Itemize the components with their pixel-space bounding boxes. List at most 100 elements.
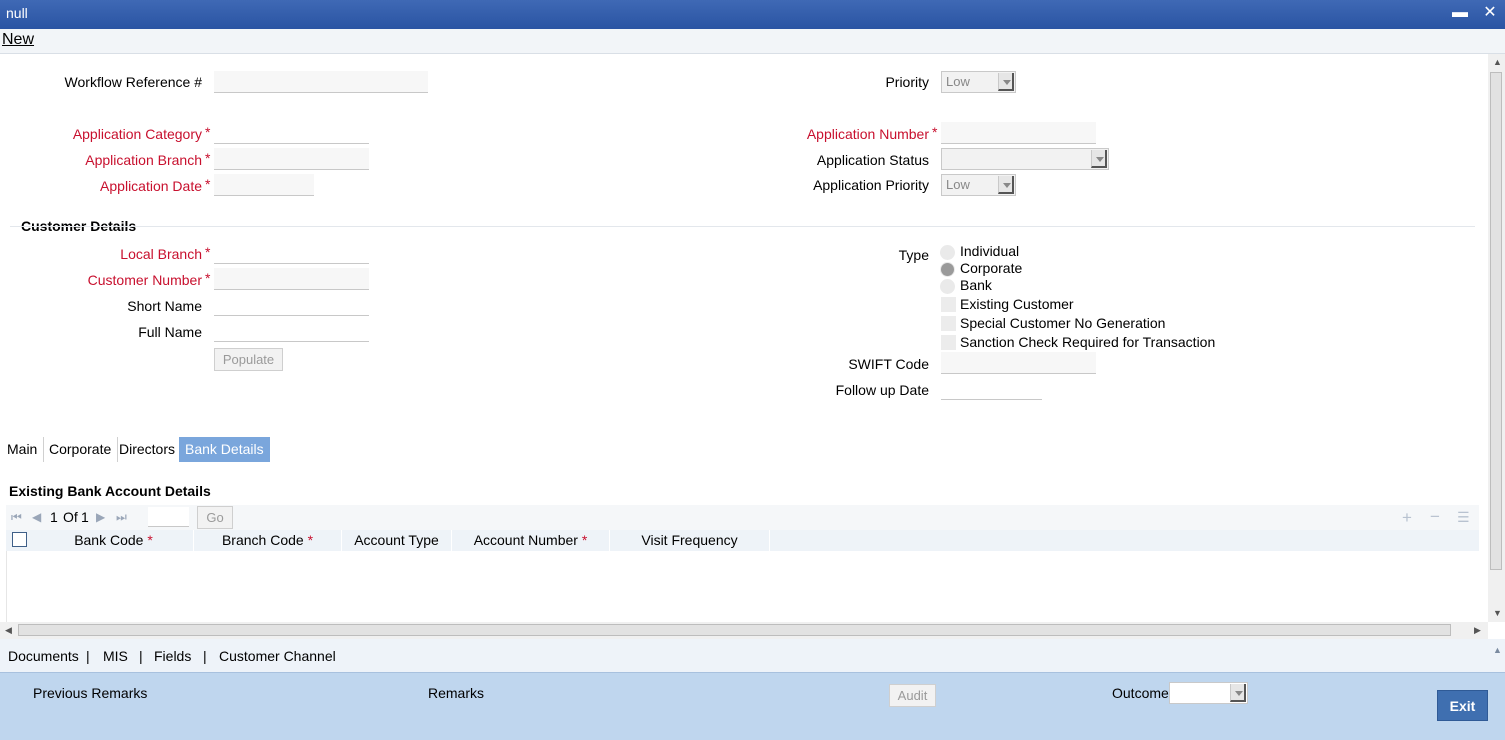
application-status-select[interactable] bbox=[941, 148, 1109, 170]
existing-bank-account-title: Existing Bank Account Details bbox=[9, 483, 211, 499]
type-individual-label: Individual bbox=[960, 243, 1020, 259]
documents-link[interactable]: Documents bbox=[8, 648, 79, 664]
column-account-type[interactable]: Account Type bbox=[342, 530, 452, 551]
column-bank-code[interactable]: Bank Code * bbox=[34, 530, 194, 551]
customer-number-input[interactable] bbox=[214, 268, 369, 290]
application-priority-select[interactable]: Low bbox=[941, 174, 1016, 196]
horizontal-scrollbar[interactable]: ◀ ▶ bbox=[0, 622, 1488, 639]
populate-button[interactable]: Populate bbox=[214, 348, 283, 371]
tab-main[interactable]: Main bbox=[1, 437, 45, 462]
application-priority-value: Low bbox=[946, 177, 970, 192]
first-page-icon[interactable]: ⏮ bbox=[11, 510, 22, 525]
application-number-input[interactable] bbox=[941, 122, 1096, 144]
priority-select[interactable]: Low bbox=[941, 71, 1016, 93]
special-customer-no-label: Special Customer No Generation bbox=[960, 315, 1166, 331]
new-menu-link[interactable]: New bbox=[2, 31, 34, 49]
outcome-select[interactable] bbox=[1169, 682, 1248, 704]
column-account-number[interactable]: Account Number * bbox=[452, 530, 610, 551]
add-row-icon[interactable]: + bbox=[1402, 508, 1412, 528]
page-total: 1 bbox=[81, 509, 89, 525]
type-individual-radio[interactable] bbox=[940, 245, 955, 260]
chevron-down-icon bbox=[1091, 150, 1107, 168]
single-view-icon[interactable]: ☰ bbox=[1457, 509, 1470, 526]
horizontal-scroll-thumb[interactable] bbox=[18, 624, 1451, 636]
type-bank-label: Bank bbox=[960, 277, 992, 293]
swift-code-input[interactable] bbox=[941, 352, 1096, 374]
grid-header: Bank Code * Branch Code * Account Type A… bbox=[6, 530, 1479, 551]
menu-bar: New bbox=[0, 29, 1505, 54]
window-title: null bbox=[6, 5, 28, 21]
audit-button[interactable]: Audit bbox=[889, 684, 936, 707]
short-name-input[interactable] bbox=[214, 294, 369, 316]
footer-separator: | bbox=[203, 648, 207, 664]
footer-separator: | bbox=[139, 648, 143, 664]
application-category-input[interactable] bbox=[214, 122, 369, 144]
local-branch-input[interactable] bbox=[214, 242, 369, 264]
customer-number-label: Customer Number bbox=[87, 272, 202, 288]
application-category-label: Application Category bbox=[72, 126, 202, 142]
short-name-label: Short Name bbox=[127, 298, 202, 314]
tab-corporate[interactable]: Corporate bbox=[43, 437, 119, 462]
local-branch-label: Local Branch bbox=[120, 246, 202, 262]
type-label: Type bbox=[898, 247, 929, 263]
required-mark: * bbox=[205, 176, 211, 192]
special-customer-no-checkbox[interactable] bbox=[941, 316, 956, 331]
footer-separator: | bbox=[86, 648, 90, 664]
full-name-input[interactable] bbox=[214, 320, 369, 342]
chevron-down-icon bbox=[998, 73, 1014, 91]
chevron-down-icon bbox=[998, 176, 1014, 194]
page-number-input[interactable] bbox=[148, 507, 189, 527]
fields-link[interactable]: Fields bbox=[154, 648, 191, 664]
close-icon[interactable]: ✕ bbox=[1480, 3, 1500, 23]
go-button[interactable]: Go bbox=[197, 506, 233, 529]
workflow-reference-input[interactable] bbox=[214, 71, 428, 93]
previous-remarks-label[interactable]: Previous Remarks bbox=[33, 685, 147, 701]
section-divider bbox=[10, 226, 1475, 227]
required-mark: * bbox=[205, 124, 211, 140]
customer-channel-link[interactable]: Customer Channel bbox=[219, 648, 336, 664]
select-all-checkbox[interactable] bbox=[12, 532, 27, 547]
exit-button[interactable]: Exit bbox=[1437, 690, 1488, 721]
scroll-up-icon[interactable]: ▲ bbox=[1493, 57, 1502, 67]
application-status-label: Application Status bbox=[816, 152, 929, 168]
last-page-icon[interactable]: ⏭ bbox=[116, 510, 127, 525]
type-corporate-label: Corporate bbox=[960, 260, 1023, 276]
sanction-check-label: Sanction Check Required for Transaction bbox=[960, 334, 1216, 350]
vertical-scroll-thumb[interactable] bbox=[1490, 72, 1502, 570]
scroll-down-icon[interactable]: ▼ bbox=[1493, 608, 1502, 618]
grid-body bbox=[6, 551, 1479, 622]
remarks-label[interactable]: Remarks bbox=[428, 685, 484, 701]
scroll-right-icon[interactable]: ▶ bbox=[1474, 625, 1481, 636]
required-mark: * bbox=[932, 124, 938, 140]
application-branch-input[interactable] bbox=[214, 148, 369, 170]
next-page-icon[interactable]: ▶ bbox=[96, 510, 105, 524]
follow-up-date-label: Follow up Date bbox=[835, 382, 929, 398]
scroll-left-icon[interactable]: ◀ bbox=[5, 625, 12, 636]
application-branch-label: Application Branch bbox=[85, 152, 202, 168]
prev-page-icon[interactable]: ◀ bbox=[32, 510, 41, 524]
type-bank-radio[interactable] bbox=[940, 279, 955, 294]
bottom-bar: Previous Remarks Remarks Audit Outcome E… bbox=[0, 672, 1505, 740]
remove-row-icon[interactable]: − bbox=[1430, 507, 1440, 527]
required-mark: * bbox=[205, 270, 211, 286]
priority-value: Low bbox=[946, 74, 970, 89]
existing-customer-label: Existing Customer bbox=[960, 296, 1074, 312]
type-corporate-radio[interactable] bbox=[940, 262, 955, 277]
required-mark: * bbox=[205, 150, 211, 166]
required-mark: * bbox=[205, 244, 211, 260]
follow-up-date-input[interactable] bbox=[941, 378, 1042, 400]
existing-customer-checkbox[interactable] bbox=[941, 297, 956, 312]
tab-directors[interactable]: Directors bbox=[113, 437, 183, 462]
column-visit-frequency[interactable]: Visit Frequency bbox=[610, 530, 770, 551]
application-date-input[interactable] bbox=[214, 174, 314, 196]
minimize-icon[interactable]: ▬ bbox=[1450, 3, 1470, 23]
tab-bank-details[interactable]: Bank Details bbox=[179, 437, 270, 462]
full-name-label: Full Name bbox=[138, 324, 202, 340]
application-number-label: Application Number bbox=[806, 126, 929, 142]
expand-icon[interactable]: ▲ bbox=[1493, 645, 1502, 655]
mis-link[interactable]: MIS bbox=[103, 648, 128, 664]
chevron-down-icon bbox=[1230, 684, 1246, 702]
sanction-check-checkbox[interactable] bbox=[941, 335, 956, 350]
column-branch-code[interactable]: Branch Code * bbox=[194, 530, 342, 551]
vertical-scrollbar[interactable]: ▲ ▼ bbox=[1488, 54, 1505, 622]
